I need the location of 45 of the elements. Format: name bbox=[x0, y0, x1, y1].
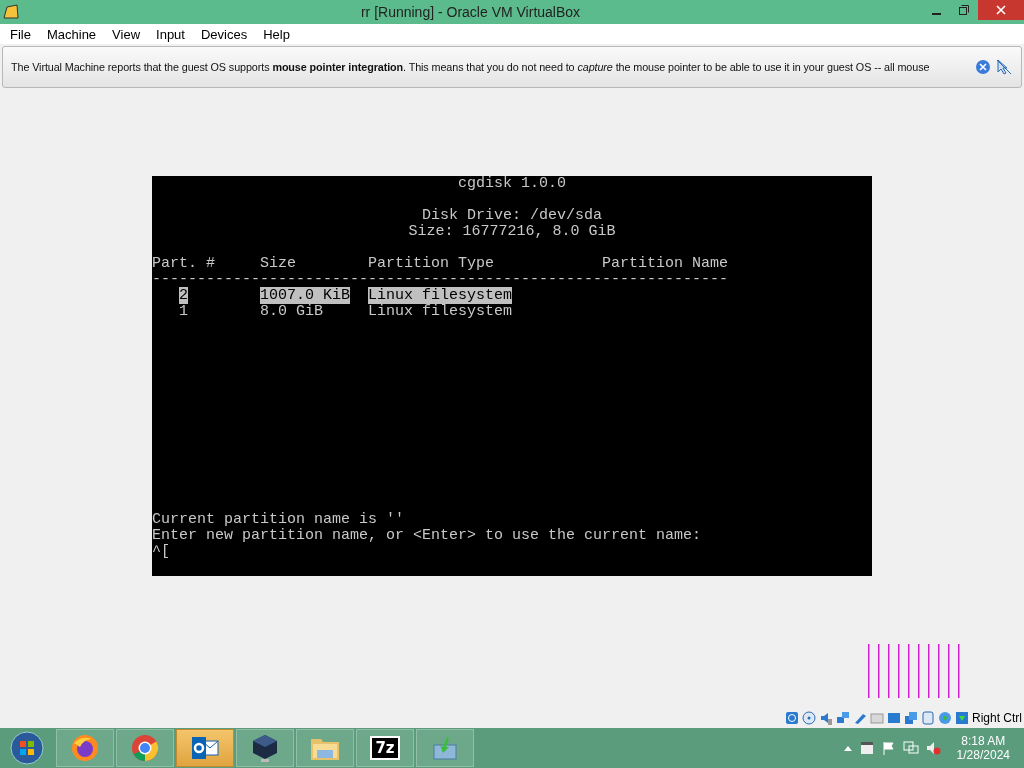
fox-globe-icon bbox=[70, 733, 100, 763]
partition-size[interactable]: 1007.0 KiB bbox=[260, 287, 350, 304]
cube-icon bbox=[251, 733, 279, 763]
menu-item[interactable]: Devices bbox=[192, 26, 256, 42]
disc-icon[interactable] bbox=[802, 711, 816, 725]
window-title: rr [Running] - Oracle VM VirtualBox bbox=[359, 4, 582, 20]
partition-type[interactable]: Linux filesystem bbox=[368, 303, 513, 320]
column-header: Partition Name bbox=[602, 256, 730, 272]
disk-info: Size: 16777216, 8.0 GiB bbox=[408, 223, 616, 240]
muted-speaker-icon[interactable] bbox=[924, 740, 941, 756]
menu-item[interactable]: Machine bbox=[38, 26, 105, 42]
download-window-icon bbox=[431, 735, 459, 761]
speaker-icon[interactable] bbox=[819, 711, 833, 725]
prompt-line: Current partition name is '' bbox=[152, 511, 405, 528]
program-title: cgdisk 1.0.0 bbox=[458, 175, 566, 192]
minimize-icon bbox=[931, 13, 941, 15]
mail-app-icon bbox=[190, 734, 220, 762]
menu-item[interactable]: Help bbox=[255, 26, 298, 42]
partition-size[interactable]: 8.0 GiB bbox=[260, 303, 323, 320]
partition-type[interactable]: Linux filesystem bbox=[368, 287, 513, 304]
menu-item[interactable]: Input bbox=[148, 26, 193, 42]
chrome-icon bbox=[130, 733, 160, 763]
menu-item[interactable]: File bbox=[2, 26, 39, 42]
partition-number[interactable]: 2 bbox=[179, 287, 188, 304]
column-header: Partition Type bbox=[368, 256, 496, 272]
prompt-line: ^[ bbox=[152, 543, 170, 560]
mouse-pointer-icon[interactable] bbox=[995, 58, 1013, 76]
restore-icon bbox=[959, 5, 969, 15]
partition-number[interactable]: 1 bbox=[179, 303, 188, 320]
column-header: Size bbox=[260, 256, 297, 272]
taskbar-app-button[interactable] bbox=[176, 729, 234, 767]
host-key-label: Right Ctrl bbox=[972, 711, 1022, 725]
app-icon bbox=[3, 4, 19, 20]
archive-app-icon: 7z bbox=[370, 736, 400, 760]
prompt-line: Enter new partition name, or <Enter> to use the current name: bbox=[152, 527, 702, 544]
menu-item[interactable]: View bbox=[104, 26, 149, 42]
taskbar-app-button[interactable]: 7z bbox=[356, 729, 414, 767]
disk-info: Disk Drive: /dev/sda bbox=[422, 207, 602, 224]
close-icon[interactable] bbox=[975, 59, 991, 75]
close-icon bbox=[996, 5, 1006, 15]
window-icon[interactable] bbox=[858, 740, 875, 756]
notification-text: The Virtual Machine reports that the guest OS supports mouse pointer integration. This means that you do not need to capture the mouse pointer to be able to use it in your guest OS -- all mouse bbox=[11, 61, 931, 73]
column-header: Part. # bbox=[152, 256, 216, 272]
flag-icon[interactable] bbox=[880, 740, 897, 756]
separator-line: ---------------------------------------------------------------- bbox=[152, 271, 729, 288]
